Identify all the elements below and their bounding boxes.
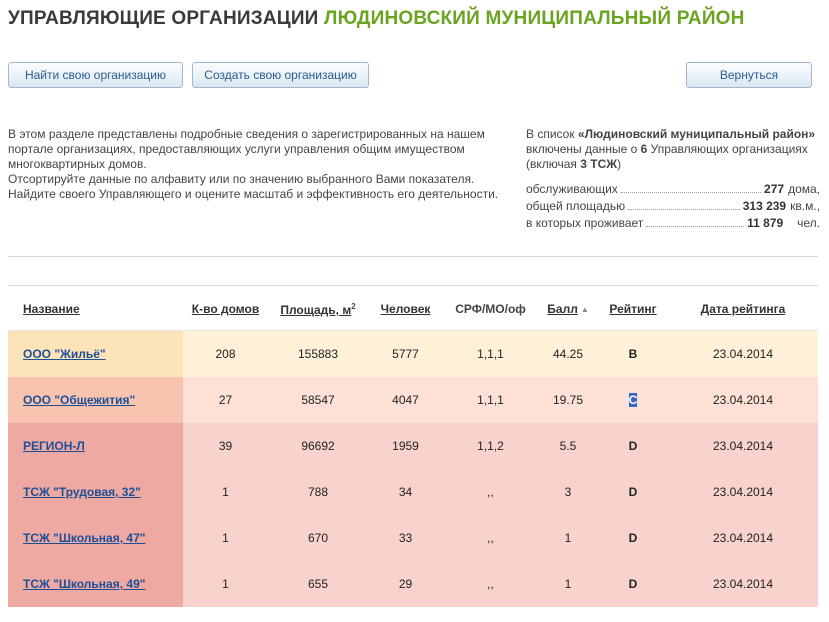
cell-date: 23.04.2014	[712, 485, 774, 499]
cell-name[interactable]: РЕГИОН-Л	[8, 423, 183, 469]
intro-line-3: Найдите своего Управляющего и оцените ма…	[8, 187, 499, 201]
cell-houses: 208	[215, 347, 236, 361]
page-title-region: ЛЮДИНОВСКИЙ МУНИЦИПАЛЬНЫЙ РАЙОН	[324, 8, 745, 29]
divider-table	[8, 285, 818, 286]
cell-houses: 1	[222, 485, 229, 499]
cell-name[interactable]: ООО "Жильё"	[8, 330, 183, 377]
cell-houses: 1	[222, 577, 229, 591]
cell-score: 19.75	[552, 393, 584, 407]
cell-date: 23.04.2014	[712, 347, 774, 361]
cell-area: 58547	[301, 393, 335, 407]
page-title-prefix: УПРАВЛЯЮЩИЕ ОРГАНИЗАЦИИ	[8, 8, 319, 29]
cell-area: 96692	[301, 439, 335, 453]
col-header-area[interactable]: Площадь, м2	[268, 288, 368, 331]
cell-people: 33	[398, 531, 413, 545]
cell-score: 3	[564, 485, 572, 499]
summary-panel: В список «Людиновский муниципальный райо…	[526, 127, 820, 232]
cell-rating: D	[628, 531, 638, 545]
sort-ascending-icon: ▲	[580, 305, 589, 315]
table-row: ТСЖ "Школьная, 49" 1 655 29 ,, 1 D 23.04…	[8, 561, 818, 607]
cell-date: 23.04.2014	[712, 439, 774, 453]
cell-rating: D	[628, 577, 638, 591]
stat-houses: обслуживающих 277 дома,	[526, 182, 820, 196]
table-row: РЕГИОН-Л 39 96692 1959 1,1,2 5.5 D 23.04…	[8, 423, 818, 469]
table-row: ТСЖ "Школьная, 47" 1 670 33 ,, 1 D 23.04…	[8, 515, 818, 561]
cell-date: 23.04.2014	[712, 577, 774, 591]
col-header-score[interactable]: Балл ▲	[538, 288, 598, 331]
page-title: УПРАВЛЯЮЩИЕ ОРГАНИЗАЦИИ ЛЮДИНОВСКИЙ МУНИ…	[8, 8, 745, 30]
table-header-row: Название К-во домов Площадь, м2 Человек …	[8, 288, 818, 331]
cell-rating: B	[628, 347, 638, 361]
summary-text: В список «Людиновский муниципальный райо…	[526, 127, 816, 171]
selected-rating-text: C	[628, 393, 638, 407]
table-row: ООО "Жильё" 208 155883 5777 1,1,1 44.25 …	[8, 330, 818, 377]
cell-houses: 1	[222, 531, 229, 545]
cell-area: 155883	[297, 347, 339, 361]
cell-score: 1	[564, 577, 572, 591]
cell-score: 5.5	[559, 439, 577, 453]
stat-residents: в которых проживает 11 879 чел.	[526, 216, 820, 230]
cell-area: 655	[307, 577, 329, 591]
cell-people: 5777	[392, 347, 419, 361]
cell-area: 670	[307, 531, 329, 545]
summary-tsj-count: 3 ТСЖ	[580, 157, 618, 171]
cell-people: 4047	[392, 393, 419, 407]
intro-text: В этом разделе представлены подробные св…	[8, 127, 508, 202]
col-header-houses[interactable]: К-во домов	[183, 288, 268, 331]
org-link[interactable]: ТСЖ "Трудовая, 32"	[23, 485, 141, 499]
cell-people: 29	[398, 577, 413, 591]
cell-area: 788	[307, 485, 329, 499]
cell-rating: C	[598, 377, 668, 423]
intro-line-1: В этом разделе представлены подробные св…	[8, 127, 485, 171]
cell-houses: 27	[218, 393, 233, 407]
cell-date: 23.04.2014	[712, 393, 774, 407]
summary-region: «Людиновский муниципальный район»	[577, 127, 816, 141]
cell-rating: D	[628, 439, 638, 453]
cell-name[interactable]: ООО "Общежития"	[8, 377, 183, 423]
cell-srf: ,,	[487, 577, 494, 591]
org-link[interactable]: ООО "Жильё"	[23, 347, 106, 361]
col-header-srf[interactable]: СРФ/МО/оф	[443, 288, 538, 331]
find-organization-button[interactable]: Найти свою организацию	[8, 62, 183, 88]
col-header-name[interactable]: Название	[8, 288, 183, 331]
cell-people: 34	[398, 485, 413, 499]
org-link[interactable]: ООО "Общежития"	[23, 393, 135, 407]
table-row: ООО "Общежития" 27 58547 4047 1,1,1 19.7…	[8, 377, 818, 423]
col-header-rating[interactable]: Рейтинг	[598, 288, 668, 331]
org-link[interactable]: ТСЖ "Школьная, 49"	[23, 577, 145, 591]
cell-people: 1959	[392, 439, 419, 453]
cell-rating: D	[628, 485, 638, 499]
cell-srf: ,,	[487, 485, 494, 499]
cell-houses: 39	[218, 439, 233, 453]
cell-name[interactable]: ТСЖ "Школьная, 47"	[8, 515, 183, 561]
stat-area: общей площадью 313 239 кв.м.,	[526, 199, 820, 213]
cell-name[interactable]: ТСЖ "Трудовая, 32"	[8, 469, 183, 515]
cell-score: 44.25	[552, 347, 584, 361]
cell-srf: ,,	[487, 531, 494, 545]
create-organization-button[interactable]: Создать свою организацию	[192, 62, 369, 88]
org-link[interactable]: РЕГИОН-Л	[23, 439, 85, 453]
cell-date: 23.04.2014	[712, 531, 774, 545]
table-row: ТСЖ "Трудовая, 32" 1 788 34 ,, 3 D 23.04…	[8, 469, 818, 515]
col-header-people[interactable]: Человек	[368, 288, 443, 331]
cell-name[interactable]: ТСЖ "Школьная, 49"	[8, 561, 183, 607]
org-link[interactable]: ТСЖ "Школьная, 47"	[23, 531, 145, 545]
intro-line-2: Отсортируйте данные по алфавиту или по з…	[8, 172, 475, 186]
cell-srf: 1,1,1	[477, 347, 504, 361]
organizations-table: Название К-во домов Площадь, м2 Человек …	[8, 288, 818, 607]
cell-score: 1	[564, 531, 572, 545]
divider-top	[8, 256, 818, 257]
back-button[interactable]: Вернуться	[686, 62, 812, 88]
col-header-date[interactable]: Дата рейтинга	[668, 288, 818, 331]
cell-srf: 1,1,1	[477, 393, 504, 407]
cell-srf: 1,1,2	[477, 439, 504, 453]
